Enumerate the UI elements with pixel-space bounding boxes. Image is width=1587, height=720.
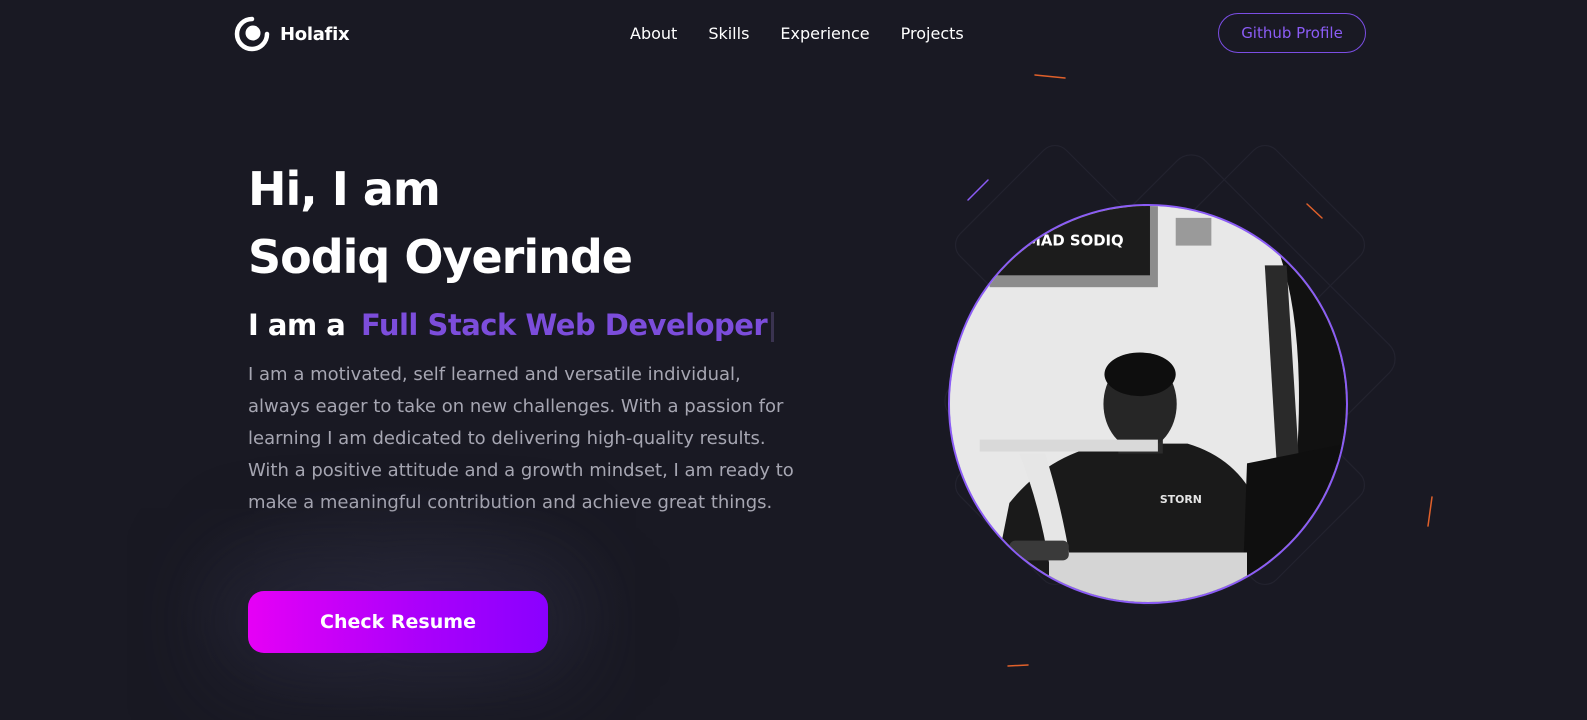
spark-line [1306, 203, 1323, 219]
role-title: Full Stack Web Developer [360, 308, 768, 342]
shirt-text: STORN [1160, 493, 1202, 506]
page: Holafix About Skills Experience Projects… [0, 0, 1587, 720]
nav-item-skills[interactable]: Skills [708, 22, 749, 46]
nav-item-experience[interactable]: Experience [780, 22, 869, 46]
nav-item-about[interactable]: About [630, 22, 677, 46]
hero-intro: Hi, I am Sodiq Oyerinde I am a Full Stac… [248, 155, 808, 537]
brand-link[interactable]: Holafix [234, 16, 350, 52]
site-header: Holafix About Skills Experience Projects… [0, 0, 1587, 68]
role-prefix: I am a [248, 308, 346, 342]
spark-line [1034, 74, 1066, 79]
hero-name: Sodiq Oyerinde [248, 230, 633, 284]
check-resume-button[interactable]: Check Resume [248, 591, 548, 653]
nav-item-projects[interactable]: Projects [901, 22, 964, 46]
brand-name: Holafix [280, 23, 350, 45]
ring-logo-icon [234, 16, 270, 52]
spark-line [1007, 664, 1029, 667]
main-nav: About Skills Experience Projects [630, 22, 964, 46]
portrait-illustration: MMAD SODIQ STORN [950, 206, 1346, 602]
spark-line [1427, 496, 1433, 527]
hero-greeting: Hi, I am [248, 162, 441, 216]
profile-photo: MMAD SODIQ STORN [948, 204, 1348, 604]
typing-caret [771, 312, 775, 342]
hero-bio: I am a motivated, self learned and versa… [248, 364, 794, 513]
role-line: I am a Full Stack Web Developer [248, 305, 808, 345]
github-profile-button[interactable]: Github Profile [1218, 13, 1366, 53]
spark-line [967, 179, 989, 201]
